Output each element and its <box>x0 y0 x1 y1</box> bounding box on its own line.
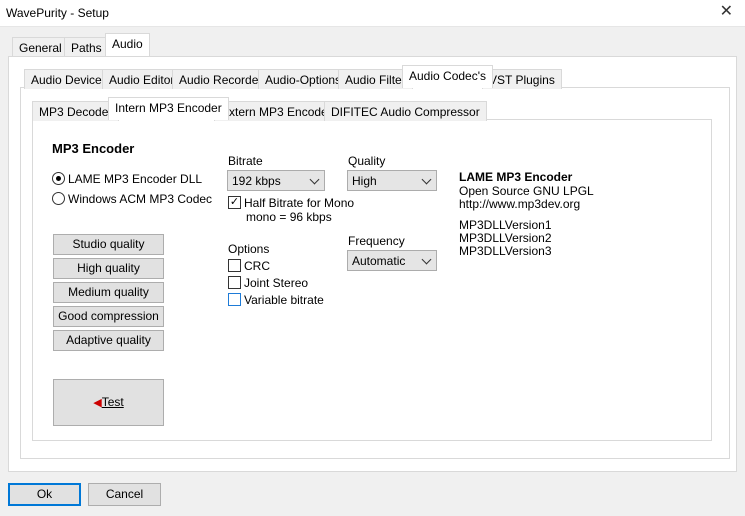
quality-select[interactable]: High <box>347 170 437 191</box>
dll-version-3: MP3DLLVersion3 <box>459 244 552 258</box>
crc-checkbox[interactable] <box>228 259 241 272</box>
radio-lame-encoder[interactable] <box>52 172 65 185</box>
title-bar: WavePurity - Setup ✕ <box>0 0 745 27</box>
joint-stereo-label: Joint Stereo <box>244 276 309 290</box>
radio-lame-label: LAME MP3 Encoder DLL <box>68 172 203 186</box>
chevron-down-icon <box>309 174 320 185</box>
codec-tab-strip: MP3 Decoder Intern MP3 Encoder Extern MP… <box>32 97 722 121</box>
cancel-button[interactable]: Cancel <box>88 483 161 506</box>
radio-acm-codec[interactable] <box>52 192 65 205</box>
half-bitrate-checkbox[interactable]: ✓ <box>228 196 241 209</box>
medium-quality-button[interactable]: Medium quality <box>53 282 164 303</box>
tab-general[interactable]: General <box>12 37 69 57</box>
tab-mp3-decoder[interactable]: MP3 Decoder <box>32 101 120 121</box>
quality-label: Quality <box>348 154 386 168</box>
variable-bitrate-checkbox[interactable] <box>228 293 241 306</box>
variable-bitrate-label: Variable bitrate <box>244 293 324 307</box>
bitrate-label: Bitrate <box>228 154 263 168</box>
tab-audio-codecs[interactable]: Audio Codec's <box>402 65 494 88</box>
tab-difitec-audio-compressor[interactable]: DIFITEC Audio Compressor <box>324 101 487 121</box>
frequency-label: Frequency <box>348 234 405 248</box>
test-button[interactable]: ◀︎Test <box>53 379 164 426</box>
dll-version-1: MP3DLLVersion1 <box>459 218 552 232</box>
check-icon: ✓ <box>229 196 240 208</box>
chevron-down-icon <box>421 174 432 185</box>
tab-audio-recorder[interactable]: Audio Recorder <box>172 69 270 89</box>
options-label: Options <box>228 242 270 256</box>
bitrate-select[interactable]: 192 kbps <box>227 170 325 191</box>
dll-version-2: MP3DLLVersion2 <box>459 231 552 245</box>
tab-paths[interactable]: Paths <box>64 37 109 57</box>
tab-audio-editor[interactable]: Audio Editor <box>102 69 182 89</box>
mono-bitrate-text: mono = 96 kbps <box>246 210 332 224</box>
ok-button[interactable]: Ok <box>8 483 81 506</box>
window-title: WavePurity - Setup <box>6 6 109 20</box>
adaptive-quality-button[interactable]: Adaptive quality <box>53 330 164 351</box>
encoder-url: http://www.mp3dev.org <box>459 197 581 211</box>
audio-tab-strip: Audio Devices Audio Editor Audio Recorde… <box>20 65 730 89</box>
encoder-info-title: LAME MP3 Encoder <box>459 170 573 184</box>
tab-extern-mp3-encoder[interactable]: Extern MP3 Encoder <box>214 101 339 121</box>
radio-acm-label: Windows ACM MP3 Codec <box>68 192 213 206</box>
encoder-heading: MP3 Encoder <box>52 141 135 156</box>
frequency-select[interactable]: Automatic <box>347 250 437 271</box>
crc-label: CRC <box>244 259 270 273</box>
joint-stereo-checkbox[interactable] <box>228 276 241 289</box>
high-quality-button[interactable]: High quality <box>53 258 164 279</box>
tab-audio-options[interactable]: Audio-Options <box>258 69 349 89</box>
encoder-license: Open Source GNU LPGL <box>459 184 594 198</box>
studio-quality-button[interactable]: Studio quality <box>53 234 164 255</box>
tab-intern-mp3-encoder[interactable]: Intern MP3 Encoder <box>108 97 229 120</box>
tab-audio[interactable]: Audio <box>105 33 150 56</box>
good-compression-button[interactable]: Good compression <box>53 306 164 327</box>
chevron-down-icon <box>421 254 432 265</box>
tab-vst-plugins[interactable]: VST Plugins <box>482 69 562 89</box>
half-bitrate-label: Half Bitrate for Mono <box>244 196 355 210</box>
close-icon[interactable]: ✕ <box>720 3 733 21</box>
speaker-icon: ◀︎ <box>93 397 102 409</box>
